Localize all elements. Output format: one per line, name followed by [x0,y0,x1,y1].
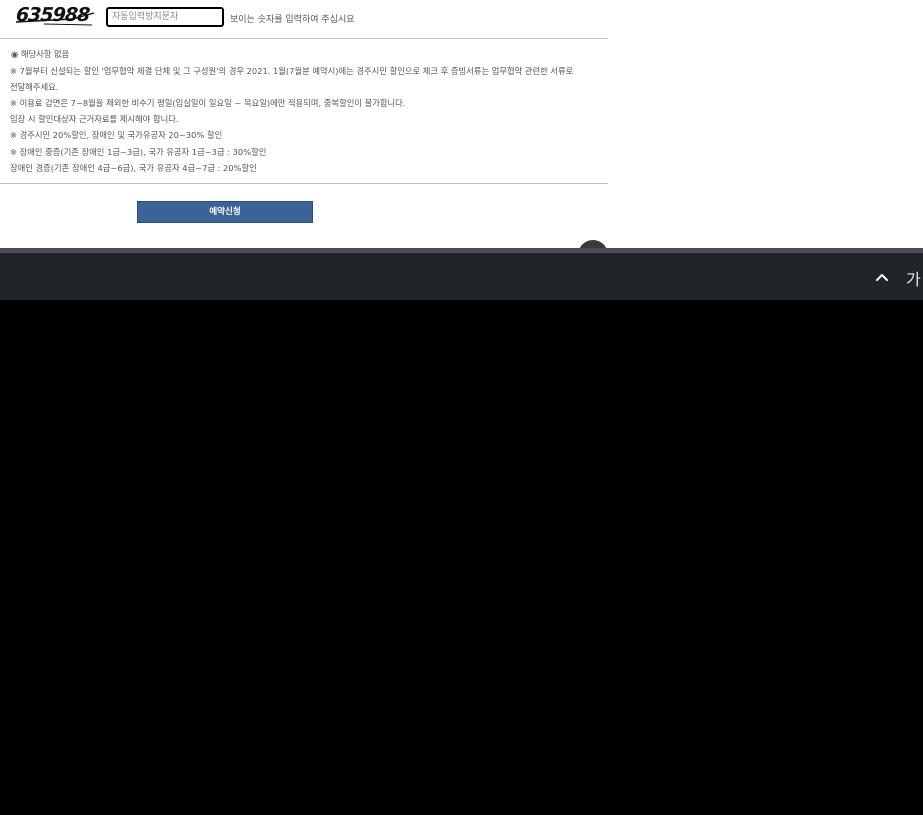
captcha-input[interactable] [106,7,224,27]
captcha-hint: 보이는 숫자를 입력하여 주십시요 [230,15,355,25]
captcha-image: 635988 [14,4,96,30]
note-agreement-cont: 전달해주세요. [10,82,59,92]
note-proof: 입장 시 할인대상자 근거자료를 제시해야 합니다. [10,114,179,124]
reservation-page: 635988 보이는 숫자를 입력하여 주십시요 ◉ 해당사항 없음 ※ 7월부… [0,0,923,270]
note-agreement: ※ 7월부터 신설되는 할인 '업무협약 체결 단체 및 그 구성원'의 경우 … [10,66,574,76]
note-mild: 장애인 경증(기존 장애인 4급~6급), 국가 유공자 4급~7급 : 20%… [10,163,257,173]
note-citizen: ※ 경주시민 20%할인, 장애인 및 국가유공자 20~30% 할인 [10,130,223,140]
note-none: ◉ 해당사항 없음 [11,49,70,59]
bottom-bar: 가 [0,248,923,300]
discount-notes: ◉ 해당사항 없음 ※ 7월부터 신설되는 할인 '업무협약 체결 단체 및 그… [0,39,608,184]
note-severe: ※ 장애인 중증(기존 장애인 1급~3급), 국가 유공자 1급~3급 : 3… [10,147,267,157]
captcha-noise-lines [15,12,95,26]
note-off-season: ※ 이용료 감면은 7~8월을 제외한 비수기 평일(입실일이 일요일 ~ 목요… [10,98,406,108]
bar-text: 가 [906,270,921,289]
chevron-up-icon[interactable] [873,268,891,286]
reserve-button[interactable]: 예약신청 [137,201,313,223]
captcha-row: 635988 보이는 숫자를 입력하여 주십시요 [0,0,608,39]
